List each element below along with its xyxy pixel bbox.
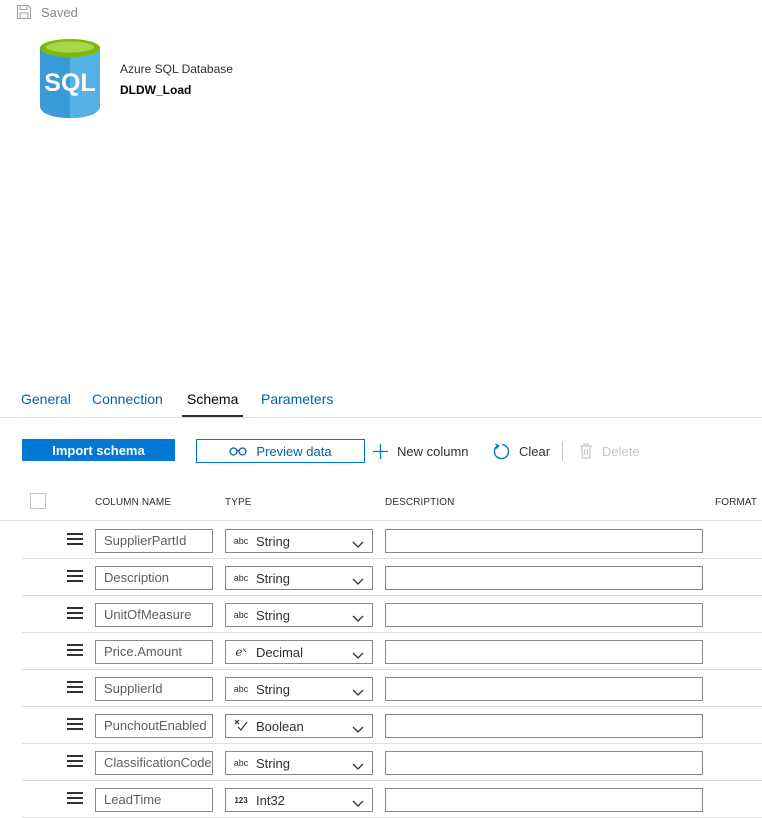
column-name-input[interactable]: SupplierId (95, 677, 213, 701)
type-glyph-icon: abc (233, 573, 249, 583)
type-value: Boolean (256, 718, 304, 734)
type-glyph-icon: eˣ (235, 645, 247, 659)
column-name-input[interactable]: ClassificationCode (95, 751, 213, 775)
tab-schema[interactable]: Schema (181, 391, 244, 417)
tab-general[interactable]: General (21, 391, 71, 407)
description-input[interactable] (385, 529, 703, 553)
table-row: PunchoutEnabled Boolean (22, 707, 762, 744)
type-dropdown[interactable]: abc String (225, 566, 373, 590)
drag-handle-icon[interactable] (67, 755, 83, 767)
type-value: String (256, 755, 290, 771)
save-status: Saved (16, 3, 78, 21)
table-row: Price.Amount eˣ Decimal (22, 633, 762, 670)
drag-handle-icon[interactable] (67, 718, 83, 730)
tab-connection[interactable]: Connection (92, 391, 163, 407)
dataset-type: Azure SQL Database (120, 62, 233, 76)
type-value: Int32 (256, 792, 285, 808)
chevron-down-icon (352, 573, 364, 591)
description-input[interactable] (385, 566, 703, 590)
table-row: LeadTime 123 Int32 (22, 781, 762, 818)
column-name-input[interactable]: PunchoutEnabled (95, 714, 213, 738)
chevron-down-icon (352, 684, 364, 702)
description-input[interactable] (385, 788, 703, 812)
type-dropdown[interactable]: 123 Int32 (225, 788, 373, 812)
refresh-icon (493, 442, 510, 459)
type-value: String (256, 533, 290, 549)
type-glyph-icon: 123 (234, 795, 248, 805)
drag-handle-icon[interactable] (67, 792, 83, 804)
type-dropdown[interactable]: abc String (225, 529, 373, 553)
new-column-button[interactable]: New column (373, 440, 469, 462)
column-name-input[interactable]: Description (95, 566, 213, 590)
delete-label: Delete (602, 443, 640, 459)
chevron-down-icon (352, 647, 364, 665)
type-dropdown[interactable]: abc String (225, 603, 373, 627)
dataset-info: Azure SQL Database DLDW_Load (120, 61, 233, 98)
type-glyph-icon: abc (233, 758, 249, 768)
select-all-checkbox[interactable] (30, 493, 46, 509)
schema-toolbar: Import schema Preview data New column Cl… (22, 439, 762, 463)
toolbar-divider (562, 441, 563, 461)
dataset-name: DLDW_Load (120, 83, 192, 97)
save-icon (17, 5, 31, 19)
chevron-down-icon (352, 721, 364, 739)
type-value: Decimal (256, 644, 303, 660)
description-input[interactable] (385, 751, 703, 775)
schema-grid-header: COLUMN NAME TYPE DESCRIPTION FORMAT (0, 486, 762, 521)
description-header: DESCRIPTION (385, 497, 455, 508)
clear-button[interactable]: Clear (493, 440, 550, 462)
new-column-label: New column (397, 443, 469, 459)
type-header: TYPE (225, 497, 252, 508)
dataset-header: SQL Azure SQL Database DLDW_Load (38, 38, 233, 120)
clear-label: Clear (519, 443, 551, 459)
type-value: String (256, 681, 290, 697)
type-dropdown[interactable]: abc String (225, 677, 373, 701)
delete-button[interactable]: Delete (579, 440, 640, 462)
chevron-down-icon (352, 536, 364, 554)
sql-icon-text: SQL (44, 69, 95, 97)
type-value: String (256, 607, 290, 623)
column-name-input[interactable]: SupplierPartId (95, 529, 213, 553)
table-row: ClassificationCode abc String (22, 744, 762, 781)
table-row: SupplierPartId abc String (22, 522, 762, 559)
column-name-input[interactable]: Price.Amount (95, 640, 213, 664)
description-input[interactable] (385, 677, 703, 701)
drag-handle-icon[interactable] (67, 681, 83, 693)
column-name-input[interactable]: UnitOfMeasure (95, 603, 213, 627)
preview-data-label: Preview data (256, 443, 332, 459)
drag-handle-icon[interactable] (67, 533, 83, 545)
boolean-type-icon (228, 719, 254, 733)
table-row: UnitOfMeasure abc String (22, 596, 762, 633)
drag-handle-icon[interactable] (67, 607, 83, 619)
tab-parameters[interactable]: Parameters (261, 391, 333, 407)
drag-handle-icon[interactable] (67, 644, 83, 656)
preview-data-button[interactable]: Preview data (196, 439, 365, 463)
description-input[interactable] (385, 603, 703, 627)
column-name-header: COLUMN NAME (95, 497, 172, 508)
plus-icon (373, 443, 388, 459)
saved-label: Saved (41, 4, 78, 20)
type-dropdown[interactable]: abc String (225, 751, 373, 775)
table-row: Description abc String (22, 559, 762, 596)
type-value: String (256, 570, 290, 586)
description-input[interactable] (385, 640, 703, 664)
description-input[interactable] (385, 714, 703, 738)
chevron-down-icon (352, 758, 364, 776)
chevron-down-icon (352, 795, 364, 813)
type-dropdown[interactable]: Boolean (225, 714, 373, 738)
trash-icon (580, 443, 592, 459)
tab-bar: General Connection Schema Parameters (0, 384, 762, 418)
drag-handle-icon[interactable] (67, 570, 83, 582)
chevron-down-icon (352, 610, 364, 628)
type-dropdown[interactable]: eˣ Decimal (225, 640, 373, 664)
type-glyph-icon: abc (233, 684, 249, 694)
sql-database-icon: SQL (40, 39, 100, 118)
type-glyph-icon: abc (233, 610, 249, 620)
type-glyph-icon: abc (233, 536, 249, 546)
table-row: SupplierId abc String (22, 670, 762, 707)
format-header: FORMAT (715, 497, 758, 508)
column-name-input[interactable]: LeadTime (95, 788, 213, 812)
glasses-icon (229, 447, 248, 456)
import-schema-button[interactable]: Import schema (22, 439, 175, 461)
